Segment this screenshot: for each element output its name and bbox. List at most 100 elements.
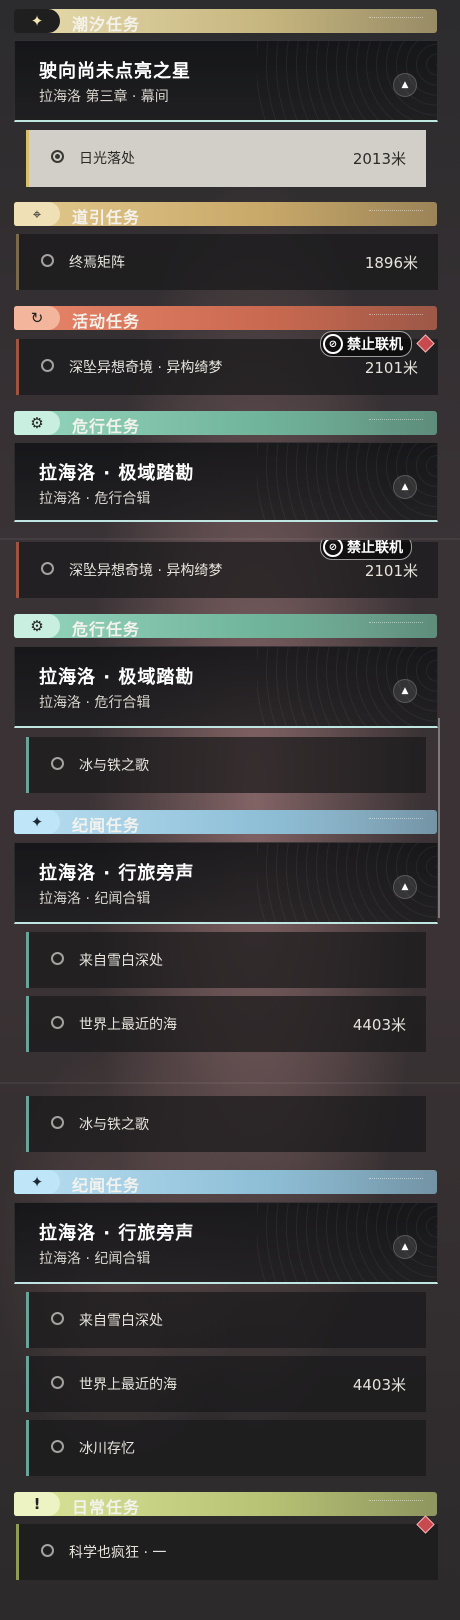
quest-item[interactable]: 科学也疯狂 · 一: [16, 1524, 438, 1580]
radio-icon: [51, 952, 64, 965]
category-title: 活动任务: [72, 312, 141, 331]
category-header-guide[interactable]: ⌖ 道引任务: [14, 202, 437, 227]
map-pin-icon: ⌖: [14, 202, 60, 226]
quest-chain-subtitle: 拉海洛 · 纪闻合辑: [39, 891, 151, 907]
radio-icon: [41, 1544, 54, 1557]
quest-item-name: 来自雪白深处: [79, 1313, 163, 1329]
gear-eye-icon: ⚙: [14, 614, 60, 638]
radio-icon: [51, 1376, 64, 1389]
refresh-icon: ↻: [14, 306, 60, 330]
quest-chain-card[interactable]: 拉海洛 · 极域踏勘 拉海洛 · 危行合辑 ▲: [14, 442, 438, 522]
category-header-daily[interactable]: ! 日常任务: [14, 1492, 437, 1517]
scrollbar[interactable]: [438, 718, 440, 918]
gear-eye-icon: ⚙: [14, 411, 60, 435]
quest-chain-title: 拉海洛 · 极域踏勘: [39, 463, 195, 484]
quest-item-name: 冰与铁之歌: [79, 1117, 149, 1133]
header-decoration: [369, 622, 423, 627]
quest-chain-card[interactable]: 驶向尚未点亮之星 拉海洛 第三章 · 幕间 ▲: [14, 40, 438, 122]
quest-chain-title: 拉海洛 · 行旅旁声: [39, 863, 195, 884]
collapse-icon[interactable]: ▲: [393, 475, 417, 499]
no-coop-label: 禁止联机: [347, 540, 403, 556]
quest-item-name: 冰川存忆: [79, 1441, 135, 1457]
quest-panel-2: ⊘ 禁止联机 深坠异想奇境 · 异构绮梦 2101米 ⚙ 危行任务 拉海洛 · …: [0, 540, 460, 1080]
quest-item-distance: 4403米: [352, 1376, 406, 1394]
category-title: 道引任务: [72, 208, 141, 227]
quest-item[interactable]: 冰川存忆: [26, 1420, 426, 1476]
quest-item[interactable]: 冰与铁之歌: [26, 1096, 426, 1152]
quest-chain-card[interactable]: 拉海洛 · 极域踏勘 拉海洛 · 危行合辑 ▲: [14, 646, 438, 728]
quest-chain-title: 驶向尚未点亮之星: [39, 61, 191, 82]
category-header-event[interactable]: ↻ 活动任务: [14, 306, 437, 331]
quest-chain-card[interactable]: 拉海洛 · 行旅旁声 拉海洛 · 纪闻合辑 ▲: [14, 842, 438, 924]
category-title: 潮汐任务: [72, 15, 141, 34]
quest-item-name: 深坠异想奇境 · 异构绮梦: [69, 563, 223, 579]
quest-item-distance: 2101米: [364, 359, 418, 377]
quest-item-selected[interactable]: 日光落处 2013米: [26, 130, 426, 187]
radio-selected-icon: [51, 150, 64, 163]
category-header-chronicle[interactable]: ✦ 纪闻任务: [14, 1170, 437, 1195]
radio-icon: [51, 1016, 64, 1029]
radio-icon: [51, 757, 64, 770]
radio-icon: [51, 1440, 64, 1453]
quest-item[interactable]: 终焉矩阵 1896米: [16, 234, 438, 290]
radio-icon: [41, 562, 54, 575]
quest-item-name: 日光落处: [79, 151, 135, 167]
radio-icon: [51, 1312, 64, 1325]
quest-chain-title: 拉海洛 · 行旅旁声: [39, 1223, 195, 1244]
header-decoration: [369, 17, 423, 22]
header-decoration: [369, 1500, 423, 1505]
panel-divider: [0, 1082, 460, 1084]
sparkle-icon: ✦: [14, 1170, 60, 1194]
category-header-danger[interactable]: ⚙ 危行任务: [14, 411, 437, 436]
radio-icon: [41, 254, 54, 267]
category-title: 危行任务: [72, 417, 141, 436]
collapse-icon[interactable]: ▲: [393, 73, 417, 97]
quest-item[interactable]: 来自雪白深处: [26, 932, 426, 988]
quest-item[interactable]: 世界上最近的海 4403米: [26, 996, 426, 1052]
category-header-chronicle[interactable]: ✦ 纪闻任务: [14, 810, 437, 835]
quest-item-name: 深坠异想奇境 · 异构绮梦: [69, 360, 223, 376]
no-coop-label: 禁止联机: [347, 337, 403, 353]
quest-panel-3: 冰与铁之歌 ✦ 纪闻任务 拉海洛 · 行旅旁声 拉海洛 · 纪闻合辑 ▲ 来自雪…: [0, 1086, 460, 1620]
quest-chain-subtitle: 拉海洛 · 危行合辑: [39, 695, 151, 711]
quest-chain-subtitle: 拉海洛 · 危行合辑: [39, 491, 151, 507]
alert-box-icon: !: [14, 1492, 60, 1516]
collapse-icon[interactable]: ▲: [393, 875, 417, 899]
quest-item-name: 来自雪白深处: [79, 953, 163, 969]
quest-chain-subtitle: 拉海洛 · 纪闻合辑: [39, 1251, 151, 1267]
collapse-icon[interactable]: ▲: [393, 679, 417, 703]
quest-item-distance: 2013米: [352, 150, 406, 168]
quest-item-name: 科学也疯狂 · 一: [69, 1545, 167, 1561]
quest-chain-subtitle: 拉海洛 第三章 · 幕间: [39, 89, 169, 105]
no-coop-icon: ⊘: [323, 334, 343, 354]
quest-item-distance: 2101米: [364, 562, 418, 580]
radio-icon: [41, 359, 54, 372]
quest-chain-card[interactable]: 拉海洛 · 行旅旁声 拉海洛 · 纪闻合辑 ▲: [14, 1202, 438, 1284]
quest-item-distance: 1896米: [364, 254, 418, 272]
quest-chain-title: 拉海洛 · 极域踏勘: [39, 667, 195, 688]
category-header-tide[interactable]: ✦ 潮汐任务: [14, 9, 437, 34]
quest-item-name: 冰与铁之歌: [79, 758, 149, 774]
quest-item-name: 终焉矩阵: [69, 255, 125, 271]
sparkle-icon: ✦: [14, 810, 60, 834]
header-decoration: [369, 419, 423, 424]
header-decoration: [369, 314, 423, 319]
header-decoration: [369, 1178, 423, 1183]
category-title: 日常任务: [72, 1498, 141, 1517]
quest-item-name: 世界上最近的海: [79, 1377, 177, 1393]
no-coop-tag: ⊘ 禁止联机: [320, 331, 412, 357]
quest-panel-1: ✦ 潮汐任务 驶向尚未点亮之星 拉海洛 第三章 · 幕间 ▲ 日光落处 2013…: [0, 0, 460, 532]
category-header-danger[interactable]: ⚙ 危行任务: [14, 614, 437, 639]
quest-item-name: 世界上最近的海: [79, 1017, 177, 1033]
no-coop-icon: ⊘: [323, 540, 343, 557]
quest-item[interactable]: 来自雪白深处: [26, 1292, 426, 1348]
quest-item-distance: 4403米: [352, 1016, 406, 1034]
quest-item[interactable]: 冰与铁之歌: [26, 737, 426, 793]
category-title: 纪闻任务: [72, 1176, 141, 1195]
header-decoration: [369, 818, 423, 823]
header-decoration: [369, 210, 423, 215]
category-title: 纪闻任务: [72, 816, 141, 835]
quest-item[interactable]: 世界上最近的海 4403米: [26, 1356, 426, 1412]
sparkle-icon: ✦: [14, 9, 60, 33]
collapse-icon[interactable]: ▲: [393, 1235, 417, 1259]
